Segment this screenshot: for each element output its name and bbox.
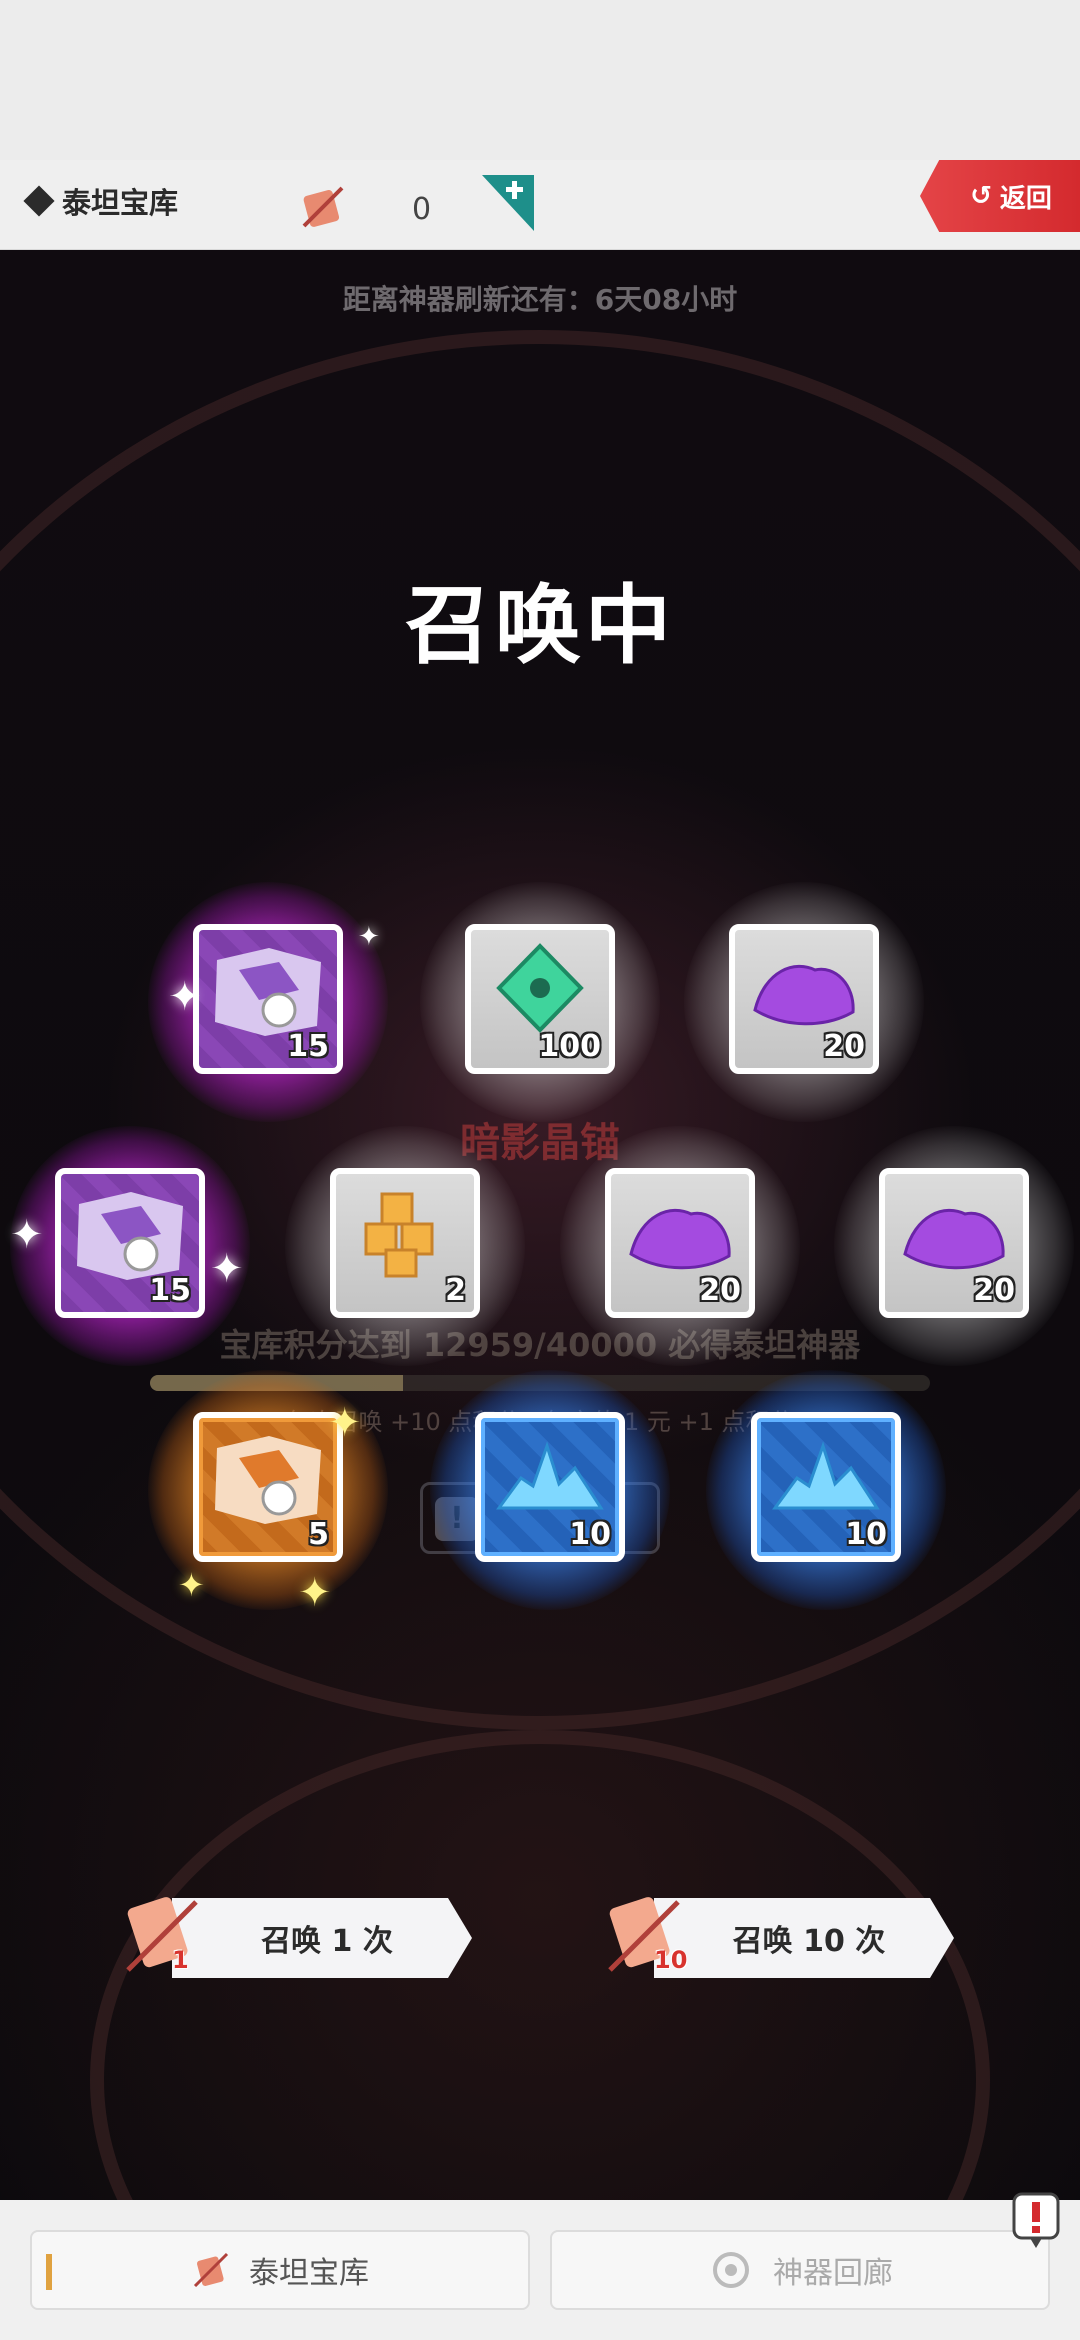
reward-item-7: 20: [834, 1126, 1074, 1366]
page-title: 泰坦宝库: [23, 180, 179, 222]
tab-label: 神器回廊: [773, 2256, 893, 2291]
summon-ticket-icon: [126, 1897, 198, 1972]
ticket-cost: 1: [172, 1946, 189, 1974]
sparkle-icon: ✦: [10, 1212, 44, 1258]
purple-ore-icon: [753, 964, 855, 1026]
reward-quantity: 20: [973, 1273, 1015, 1308]
summoning-title: 召唤中: [405, 576, 675, 676]
treasure-map-icon: [215, 948, 321, 1036]
reward-item-3: 20: [684, 882, 924, 1122]
green-gem-icon: [496, 943, 584, 1033]
sparkle-icon: ✦: [328, 1400, 362, 1446]
reward-item-5: 2: [285, 1126, 525, 1366]
summon-once-button[interactable]: 召唤 1 次 1: [122, 1897, 482, 1978]
reward-card: 20: [879, 1168, 1029, 1318]
bottom-nav: 泰坦宝库 神器回廊: [0, 2192, 1080, 2340]
blue-crystal-icon: [772, 1441, 880, 1510]
reward-quantity: 2: [445, 1273, 466, 1308]
sparkle-icon: ✦: [298, 1570, 332, 1616]
reward-item-9: 10: [430, 1370, 670, 1610]
status-bar-area: [0, 0, 1080, 160]
tab-artifact-gallery[interactable]: 神器回廊: [550, 2230, 1050, 2310]
gold-blocks-icon: [364, 1192, 434, 1278]
back-button[interactable]: ↺ 返回: [920, 160, 1080, 232]
gallery-icon: [713, 2252, 749, 2288]
treasure-map-icon: [77, 1192, 183, 1280]
reward-item-10: 10: [706, 1370, 946, 1610]
purple-ore-icon: [629, 1208, 731, 1270]
reward-item-6: 20: [560, 1126, 800, 1366]
summon-ten-label: 召唤 10 次: [654, 1898, 954, 1978]
back-arrow-icon: ↺: [970, 181, 992, 211]
sparkle-icon: ✦: [168, 974, 202, 1020]
blue-crystal-icon: [496, 1441, 604, 1510]
reward-card: 5: [193, 1412, 343, 1562]
page-title-text: 泰坦宝库: [62, 186, 179, 220]
reward-quantity: 10: [845, 1517, 887, 1552]
reward-quantity: 5: [308, 1517, 329, 1552]
reward-card: 20: [729, 924, 879, 1074]
summon-ticket-icon: [302, 186, 344, 228]
reward-item-2: 100: [420, 882, 660, 1122]
reward-card: 10: [475, 1412, 625, 1562]
vault-icon: [193, 2252, 229, 2288]
alert-icon[interactable]: [1010, 2190, 1062, 2250]
sparkle-icon: ✦: [210, 1246, 244, 1292]
diamond-bullet-icon: [23, 185, 55, 217]
reward-item-1: 15 ✦ ✦: [148, 882, 388, 1122]
reward-card: 15: [55, 1168, 205, 1318]
refresh-notice-text: 距离神器刷新还有：6天08小时: [342, 283, 738, 316]
tab-label: 泰坦宝库: [249, 2256, 369, 2291]
reward-quantity: 15: [287, 1029, 329, 1064]
reward-quantity: 20: [699, 1273, 741, 1308]
add-ticket-button[interactable]: [482, 175, 534, 231]
reward-quantity: 15: [149, 1273, 191, 1308]
reward-quantity: 100: [538, 1029, 601, 1064]
top-bar: 泰坦宝库 0 ↺ 返回: [0, 160, 1080, 250]
refresh-notice: 距离神器刷新还有：6天08小时: [0, 278, 1080, 318]
reward-card: 100: [465, 924, 615, 1074]
summon-ten-button[interactable]: 召唤 10 次 10: [604, 1897, 964, 1978]
sparkle-icon: ✦: [358, 922, 380, 952]
ticket-count: 0: [412, 192, 432, 227]
reward-card: 2: [330, 1168, 480, 1318]
reward-item-8: 5 ✦ ✦ ✦: [148, 1370, 388, 1616]
sparkle-icon: ✦: [178, 1566, 205, 1604]
back-button-label: 返回: [999, 183, 1052, 214]
reward-card: 20: [605, 1168, 755, 1318]
reward-quantity: 10: [569, 1517, 611, 1552]
reward-card: 10: [751, 1412, 901, 1562]
treasure-map-icon: [215, 1436, 321, 1524]
reward-quantity: 20: [823, 1029, 865, 1064]
ticket-cost: 10: [654, 1946, 688, 1974]
tab-titan-vault[interactable]: 泰坦宝库: [30, 2230, 530, 2310]
reward-card: 15: [193, 924, 343, 1074]
purple-ore-icon: [903, 1208, 1005, 1270]
reward-item-4: 15 ✦ ✦: [10, 1126, 250, 1366]
summon-once-label: 召唤 1 次: [172, 1898, 472, 1978]
